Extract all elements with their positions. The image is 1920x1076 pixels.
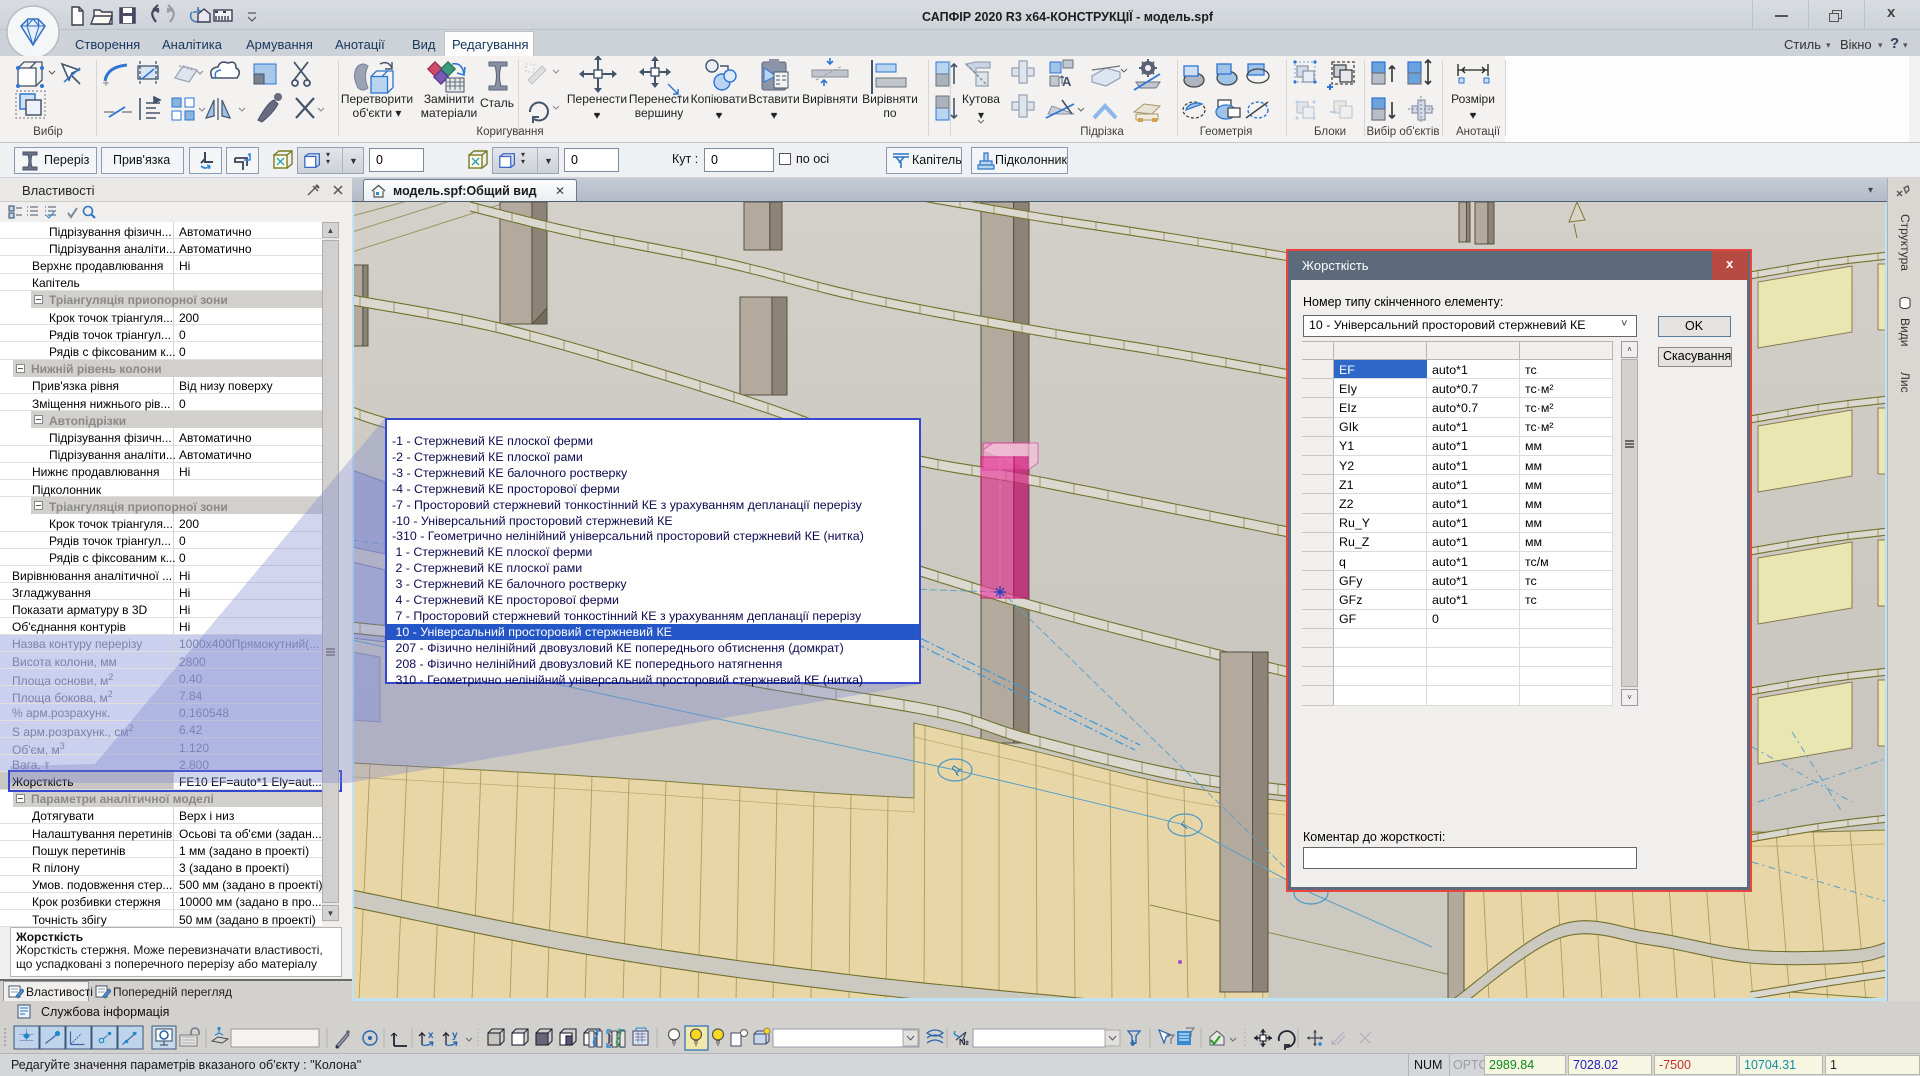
svg-text:№: № — [959, 1037, 969, 1047]
svg-text:x: x — [428, 1030, 434, 1041]
svg-text:A: A — [1062, 74, 1072, 89]
svg-text:y: y — [452, 1030, 458, 1041]
